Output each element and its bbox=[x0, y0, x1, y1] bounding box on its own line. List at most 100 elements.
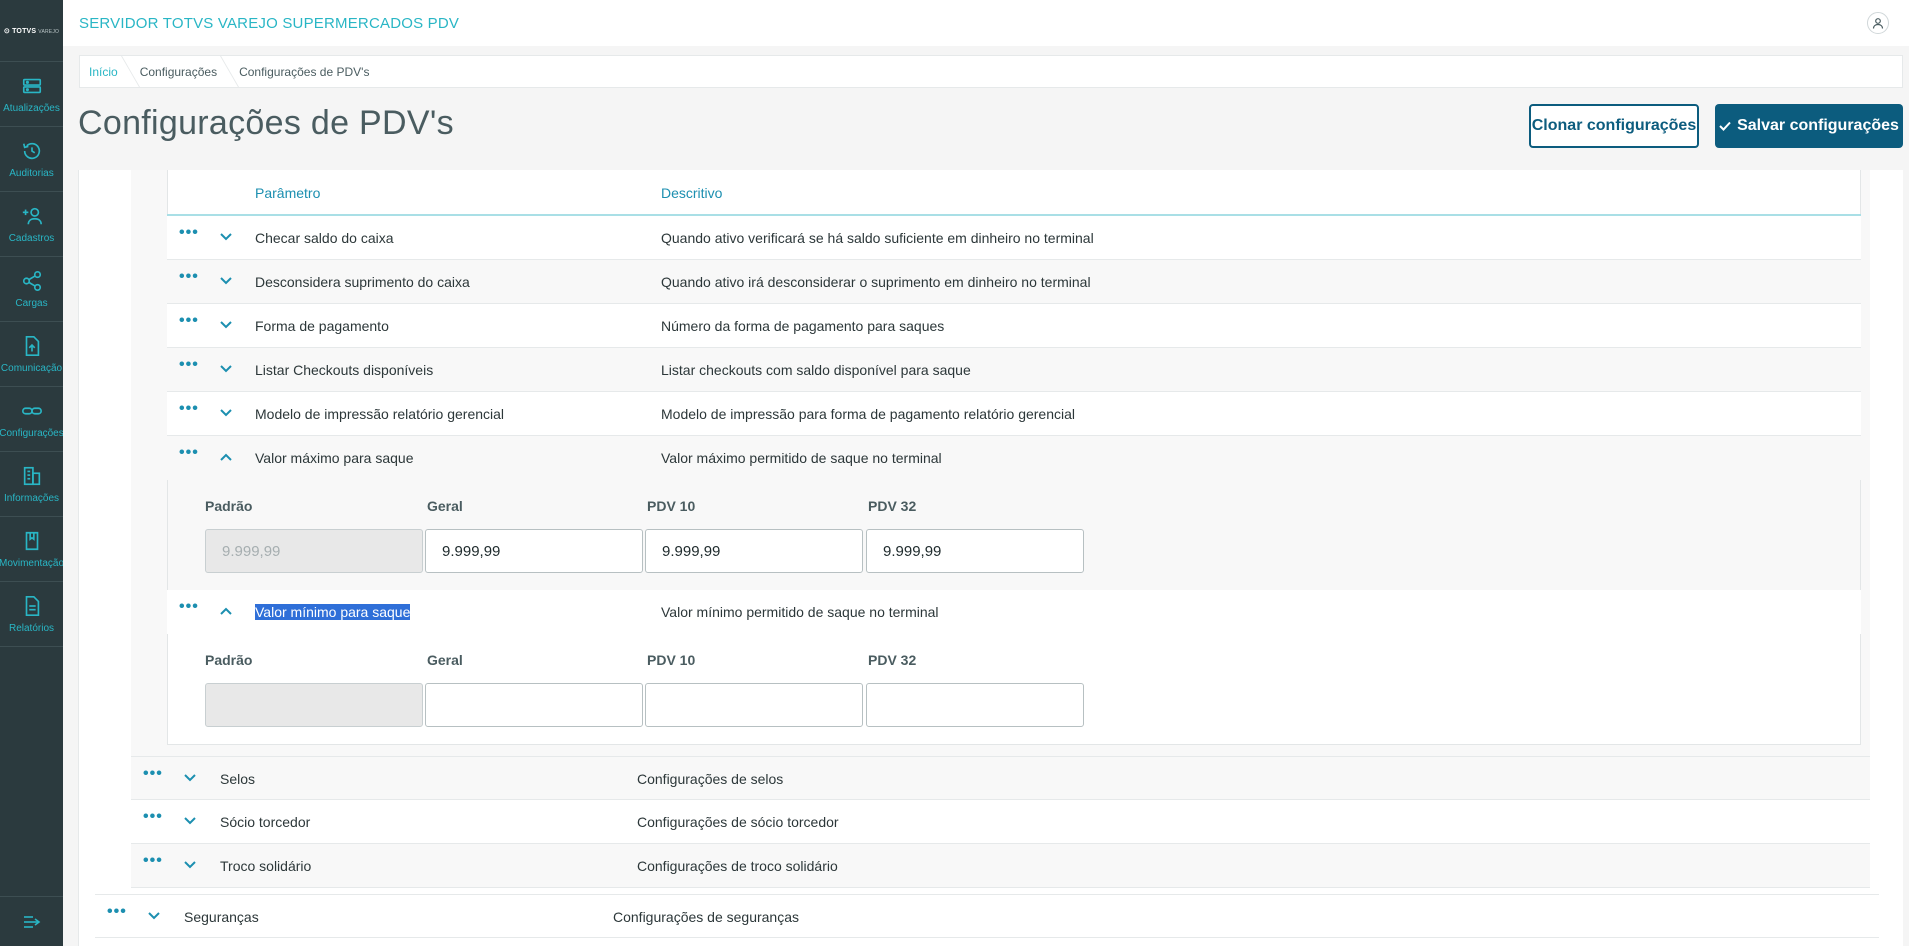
chevron-up-icon[interactable] bbox=[219, 604, 233, 618]
field-label-padrao: Padrão bbox=[205, 652, 253, 668]
pdv32-input[interactable] bbox=[866, 683, 1084, 727]
file-upload-icon bbox=[25, 335, 39, 356]
table-row[interactable]: ••• Valor mínimo para saque Valor mínimo… bbox=[167, 590, 1861, 634]
sidebar-item-informacoes[interactable]: Informações bbox=[0, 452, 63, 517]
sidebar-item-label: Movimentação bbox=[0, 557, 63, 569]
document-icon bbox=[25, 595, 39, 616]
check-icon bbox=[1719, 121, 1731, 131]
row-name: Listar Checkouts disponíveis bbox=[255, 362, 434, 378]
group-name: Selos bbox=[220, 771, 256, 787]
more-options-icon[interactable]: ••• bbox=[179, 445, 199, 461]
sidebar-item-auditorias[interactable]: Auditorias bbox=[0, 127, 63, 192]
sidebar-item-cargas[interactable]: Cargas bbox=[0, 257, 63, 322]
topbar: SERVIDOR TOTVS VAREJO SUPERMERCADOS PDV bbox=[63, 0, 1909, 46]
table-row[interactable]: ••• Listar Checkouts disponíveis Listar … bbox=[167, 348, 1861, 392]
group-row-troco-solidario[interactable]: ••• Troco solidário Configurações de tro… bbox=[131, 844, 1870, 888]
row-desc: Valor mínimo permitido de saque no termi… bbox=[661, 604, 939, 620]
more-options-icon[interactable]: ••• bbox=[179, 269, 199, 285]
history-icon bbox=[22, 142, 40, 159]
save-button[interactable]: Salvar configurações bbox=[1715, 104, 1903, 148]
chevron-up-icon[interactable] bbox=[219, 450, 233, 464]
chevron-down-icon[interactable] bbox=[147, 909, 161, 923]
chevron-down-icon[interactable] bbox=[183, 814, 197, 828]
group-name: Sócio torcedor bbox=[220, 814, 311, 830]
field-label-pdv10: PDV 10 bbox=[647, 498, 696, 514]
app-title: SERVIDOR TOTVS VAREJO SUPERMERCADOS PDV bbox=[79, 14, 460, 32]
sidebar-item-label: Comunicação bbox=[0, 362, 63, 374]
row-name: Valor mínimo para saque bbox=[255, 604, 411, 620]
row-name: Modelo de impressão relatório gerencial bbox=[255, 406, 505, 422]
table-header: Parâmetro Descritivo bbox=[167, 171, 1861, 216]
logo[interactable]: ⊙ TOTVS VAREJO bbox=[0, 0, 63, 62]
sidebar-item-relatorios[interactable]: Relatórios bbox=[0, 582, 63, 647]
column-header-descritivo[interactable]: Descritivo bbox=[661, 185, 722, 201]
pdv32-input[interactable]: 9.999,99 bbox=[866, 529, 1084, 573]
table-row[interactable]: ••• Checar saldo do caixa Quando ativo v… bbox=[167, 216, 1861, 260]
group-row-segurancas[interactable]: ••• Seguranças Configurações de seguranç… bbox=[95, 894, 1879, 938]
link-icon bbox=[21, 406, 42, 415]
more-options-icon[interactable]: ••• bbox=[179, 313, 199, 329]
row-detail-valor-maximo: Padrão Geral PDV 10 PDV 32 9.999,99 9.99… bbox=[168, 480, 1860, 590]
field-label-pdv32: PDV 32 bbox=[868, 652, 917, 668]
breadcrumb-configuracoes[interactable]: Configurações bbox=[131, 56, 229, 87]
group-desc: Configurações de sócio torcedor bbox=[637, 814, 839, 830]
group-desc: Configurações de seguranças bbox=[613, 909, 800, 925]
sidebar-item-label: Configurações bbox=[0, 427, 63, 439]
sidebar-item-label: Relatórios bbox=[8, 622, 55, 634]
chevron-down-icon[interactable] bbox=[219, 230, 233, 244]
sidebar: ⊙ TOTVS VAREJO Atualizações Auditorias Ca… bbox=[0, 0, 63, 946]
more-options-icon[interactable]: ••• bbox=[179, 599, 199, 615]
sidebar-item-atualizacoes[interactable]: Atualizações bbox=[0, 62, 63, 127]
pdv10-input[interactable] bbox=[645, 683, 863, 727]
sidebar-item-configuracoes[interactable]: Configurações bbox=[0, 387, 63, 452]
geral-input[interactable]: 9.999,99 bbox=[425, 529, 643, 573]
row-name: Checar saldo do caixa bbox=[255, 230, 394, 246]
clone-button[interactable]: Clonar configurações bbox=[1529, 104, 1699, 148]
geral-input[interactable] bbox=[425, 683, 643, 727]
row-desc: Modelo de impressão para forma de pagame… bbox=[661, 406, 1076, 422]
chevron-down-icon[interactable] bbox=[183, 771, 197, 785]
chevron-down-icon[interactable] bbox=[219, 406, 233, 420]
more-options-icon[interactable]: ••• bbox=[179, 357, 199, 373]
more-options-icon[interactable]: ••• bbox=[143, 853, 163, 869]
chevron-down-icon[interactable] bbox=[183, 858, 197, 872]
row-name: Desconsidera suprimento do caixa bbox=[255, 274, 470, 290]
table-row[interactable]: ••• Modelo de impressão relatório gerenc… bbox=[167, 392, 1861, 436]
breadcrumb: Início Configurações Configurações de PD… bbox=[79, 55, 1903, 88]
sidebar-item-movimentacao[interactable]: Movimentação bbox=[0, 517, 63, 582]
breadcrumb-configuracoes-pdv: Configurações de PDV's bbox=[239, 64, 370, 79]
table-row[interactable]: ••• Valor máximo para saque Valor máximo… bbox=[167, 436, 1861, 480]
chevron-down-icon[interactable] bbox=[219, 362, 233, 376]
more-options-icon[interactable]: ••• bbox=[143, 809, 163, 825]
pdv10-input[interactable]: 9.999,99 bbox=[645, 529, 863, 573]
expand-menu-icon bbox=[23, 915, 40, 928]
page-title: Configurações de PDV's bbox=[78, 104, 454, 142]
padrao-input bbox=[205, 683, 423, 727]
logo-text: ⊙ TOTVS VAREJO bbox=[3, 27, 60, 35]
more-options-icon[interactable]: ••• bbox=[107, 904, 127, 920]
more-options-icon[interactable]: ••• bbox=[143, 766, 163, 782]
chevron-down-icon[interactable] bbox=[219, 318, 233, 332]
group-row-socio-torcedor[interactable]: ••• Sócio torcedor Configurações de sóci… bbox=[131, 800, 1870, 844]
sidebar-toggle[interactable] bbox=[0, 896, 63, 946]
column-header-parametro[interactable]: Parâmetro bbox=[255, 185, 320, 201]
user-button[interactable] bbox=[1867, 12, 1889, 34]
chevron-down-icon[interactable] bbox=[219, 274, 233, 288]
field-label-padrao: Padrão bbox=[205, 498, 253, 514]
table-row[interactable]: ••• Forma de pagamento Número da forma d… bbox=[167, 304, 1861, 348]
group-row-selos[interactable]: ••• Selos Configurações de selos bbox=[131, 756, 1870, 800]
breadcrumb-inicio[interactable]: Início bbox=[80, 56, 130, 87]
sidebar-item-label: Auditorias bbox=[9, 167, 54, 179]
sidebar-item-label: Atualizações bbox=[3, 102, 60, 114]
sidebar-item-label: Cadastros bbox=[8, 232, 55, 244]
row-name: Forma de pagamento bbox=[255, 318, 389, 334]
more-options-icon[interactable]: ••• bbox=[179, 401, 199, 417]
sidebar-item-comunicacao[interactable]: Comunicação bbox=[0, 322, 63, 387]
table-row[interactable]: ••• Desconsidera suprimento do caixa Qua… bbox=[167, 260, 1861, 304]
more-options-icon[interactable]: ••• bbox=[179, 225, 199, 241]
sidebar-item-cadastros[interactable]: Cadastros bbox=[0, 192, 63, 257]
row-desc: Quando ativo irá desconsiderar o suprime… bbox=[661, 274, 1091, 290]
row-desc: Número da forma de pagamento para saques bbox=[661, 318, 945, 334]
sidebar-item-label: Informações bbox=[3, 492, 60, 504]
row-detail-valor-minimo: Padrão Geral PDV 10 PDV 32 bbox=[168, 634, 1860, 744]
